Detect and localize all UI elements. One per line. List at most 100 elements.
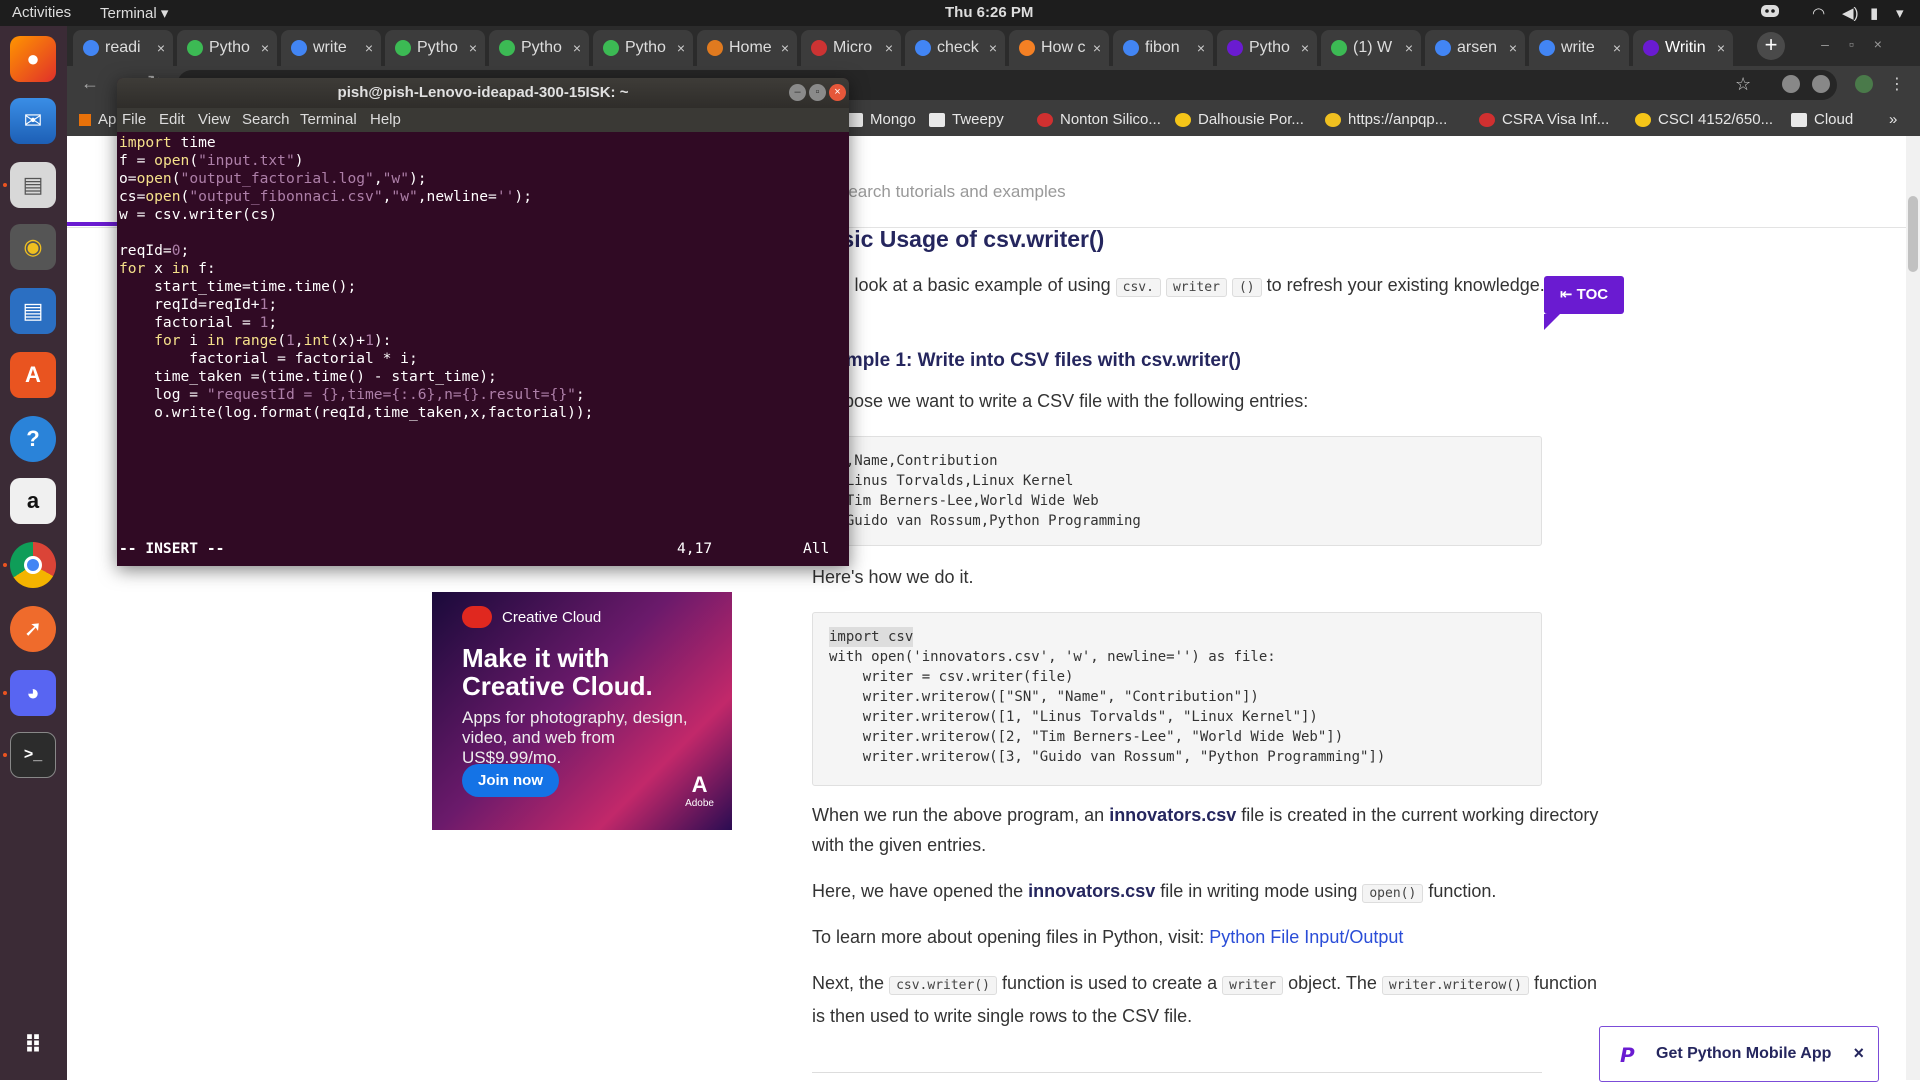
chrome-icon[interactable] bbox=[10, 542, 56, 588]
tab-label: Pytho bbox=[625, 39, 666, 56]
tab-close-icon[interactable]: × bbox=[469, 40, 477, 56]
site-favicon-icon bbox=[1635, 112, 1651, 127]
browser-tab[interactable]: Pytho × bbox=[1217, 30, 1317, 66]
bookmark-item[interactable]: Nonton Silico... bbox=[1037, 111, 1161, 128]
tab-label: Pytho bbox=[209, 39, 250, 56]
terminal-icon[interactable]: >_ bbox=[10, 732, 56, 778]
bookmark-item[interactable]: https://anpqp... bbox=[1325, 111, 1447, 128]
extension-icon[interactable] bbox=[1812, 75, 1830, 93]
tab-close-icon[interactable]: × bbox=[1093, 40, 1101, 56]
browser-tab[interactable]: fibon × bbox=[1113, 30, 1213, 66]
terminal-menu-file[interactable]: File bbox=[122, 111, 146, 128]
back-icon[interactable]: ← bbox=[81, 73, 99, 94]
tab-label: write bbox=[1561, 39, 1595, 56]
discord-icon[interactable]: ◕ bbox=[10, 670, 56, 716]
browser-tab[interactable]: Pytho × bbox=[177, 30, 277, 66]
tab-close-icon[interactable]: × bbox=[781, 40, 789, 56]
thunderbird-icon[interactable]: ✉ bbox=[10, 98, 56, 144]
bookmarks-overflow-icon[interactable]: » bbox=[1889, 111, 1897, 128]
intro-paragraph: Let's look at a basic example of using c… bbox=[812, 275, 1545, 297]
apps-grid-icon bbox=[79, 113, 91, 126]
browser-menu-icon[interactable]: ⋮ bbox=[1889, 74, 1905, 94]
maximize-icon[interactable]: ▫ bbox=[809, 84, 826, 101]
tab-close-icon[interactable]: × bbox=[677, 40, 685, 56]
app-menu[interactable]: Terminal ▾ bbox=[100, 4, 168, 22]
tab-close-icon[interactable]: × bbox=[1717, 40, 1725, 56]
tab-close-icon[interactable]: × bbox=[885, 40, 893, 56]
new-tab-button[interactable]: + bbox=[1757, 32, 1785, 60]
browser-tab[interactable]: write × bbox=[1529, 30, 1629, 66]
tab-close-icon[interactable]: × bbox=[1197, 40, 1205, 56]
close-banner-icon[interactable]: × bbox=[1853, 1043, 1864, 1064]
files-icon[interactable]: ▤ bbox=[10, 162, 56, 208]
toc-button[interactable]: ⇤ TOC bbox=[1544, 276, 1624, 314]
discord-tray-icon[interactable] bbox=[1760, 3, 1780, 23]
example-heading: Example 1: Write into CSV files with csv… bbox=[812, 350, 1242, 371]
ad-join-button[interactable]: Join now bbox=[462, 764, 559, 797]
close-icon[interactable]: × bbox=[829, 84, 846, 101]
profile-avatar[interactable] bbox=[1855, 75, 1873, 93]
minimize-icon[interactable]: – bbox=[789, 84, 806, 101]
browser-tab[interactable]: How c × bbox=[1009, 30, 1109, 66]
bookmark-star-icon[interactable]: ☆ bbox=[1735, 74, 1751, 95]
firefox-icon[interactable]: ● bbox=[10, 36, 56, 82]
postman-icon[interactable]: ➚ bbox=[10, 606, 56, 652]
browser-tab[interactable]: readi × bbox=[73, 30, 173, 66]
bookmark-item[interactable]: Mongo bbox=[847, 111, 916, 128]
bookmark-item[interactable]: Dalhousie Por... bbox=[1175, 111, 1304, 128]
bookmark-item[interactable]: CSCI 4152/650... bbox=[1635, 111, 1773, 128]
terminal-menu-edit[interactable]: Edit bbox=[159, 111, 185, 128]
bookmark-item[interactable]: Cloud bbox=[1791, 111, 1853, 128]
bookmark-label: CSRA Visa Inf... bbox=[1502, 111, 1610, 128]
extension-icon[interactable] bbox=[1782, 75, 1800, 93]
wifi-icon[interactable]: ◠ bbox=[1812, 4, 1825, 22]
tab-close-icon[interactable]: × bbox=[1509, 40, 1517, 56]
show-applications-icon[interactable]: ⠿ bbox=[10, 1022, 56, 1068]
browser-tab[interactable]: Pytho × bbox=[593, 30, 693, 66]
tab-close-icon[interactable]: × bbox=[365, 40, 373, 56]
software-center-icon[interactable]: A bbox=[10, 352, 56, 398]
site-search-input[interactable]: Search tutorials and examples bbox=[837, 182, 1066, 202]
tab-close-icon[interactable]: × bbox=[1405, 40, 1413, 56]
tab-close-icon[interactable]: × bbox=[1613, 40, 1621, 56]
activities-button[interactable]: Activities bbox=[12, 4, 71, 21]
apps-shortcut[interactable]: Ap bbox=[79, 111, 116, 128]
terminal-menu-terminal[interactable]: Terminal bbox=[300, 111, 357, 128]
scroll-thumb[interactable] bbox=[1908, 196, 1918, 272]
amazon-icon[interactable]: a bbox=[10, 478, 56, 524]
rhythmbox-icon[interactable]: ◉ bbox=[10, 224, 56, 270]
window-controls[interactable]: –▫× bbox=[1821, 36, 1902, 52]
tab-close-icon[interactable]: × bbox=[261, 40, 269, 56]
browser-tab[interactable]: Pytho × bbox=[385, 30, 485, 66]
terminal-menu-view[interactable]: View bbox=[198, 111, 230, 128]
browser-tab[interactable]: Pytho × bbox=[489, 30, 589, 66]
volume-icon[interactable]: ◀) bbox=[1842, 4, 1859, 22]
tab-close-icon[interactable]: × bbox=[157, 40, 165, 56]
creative-cloud-ad[interactable]: Creative Cloud Make it with Creative Clo… bbox=[432, 592, 732, 830]
browser-tab[interactable]: check × bbox=[905, 30, 1005, 66]
file-io-link[interactable]: Python File Input/Output bbox=[1209, 927, 1403, 947]
tab-close-icon[interactable]: × bbox=[573, 40, 581, 56]
tab-close-icon[interactable]: × bbox=[989, 40, 997, 56]
tab-close-icon[interactable]: × bbox=[1301, 40, 1309, 56]
get-app-banner[interactable]: 𝙋 Get Python Mobile App × bbox=[1599, 1026, 1879, 1082]
browser-tab[interactable]: write × bbox=[281, 30, 381, 66]
terminal-window[interactable]: pish@pish-Lenovo-ideapad-300-15ISK: ~ – … bbox=[117, 78, 849, 566]
terminal-menu-search[interactable]: Search bbox=[242, 111, 290, 128]
tab-label: Writin bbox=[1665, 39, 1706, 56]
bookmark-item[interactable]: CSRA Visa Inf... bbox=[1479, 111, 1609, 128]
writer-icon[interactable]: ▤ bbox=[10, 288, 56, 334]
terminal-menu-help[interactable]: Help bbox=[370, 111, 401, 128]
help-icon[interactable]: ? bbox=[10, 416, 56, 462]
power-menu-icon[interactable]: ▾ bbox=[1896, 4, 1904, 22]
vim-editor-buffer[interactable]: import time f = open("input.txt") o=open… bbox=[117, 132, 849, 566]
page-scrollbar[interactable] bbox=[1906, 136, 1920, 1080]
browser-tab[interactable]: (1) W × bbox=[1321, 30, 1421, 66]
browser-tab[interactable]: Micro × bbox=[801, 30, 901, 66]
clock[interactable]: Thu 6:26 PM bbox=[945, 4, 1033, 21]
browser-tab[interactable]: Writin × bbox=[1633, 30, 1733, 66]
bookmark-item[interactable]: Tweepy bbox=[929, 111, 1004, 128]
browser-tab[interactable]: Home × bbox=[697, 30, 797, 66]
browser-tab[interactable]: arsen × bbox=[1425, 30, 1525, 66]
battery-icon[interactable]: ▮ bbox=[1870, 4, 1878, 22]
